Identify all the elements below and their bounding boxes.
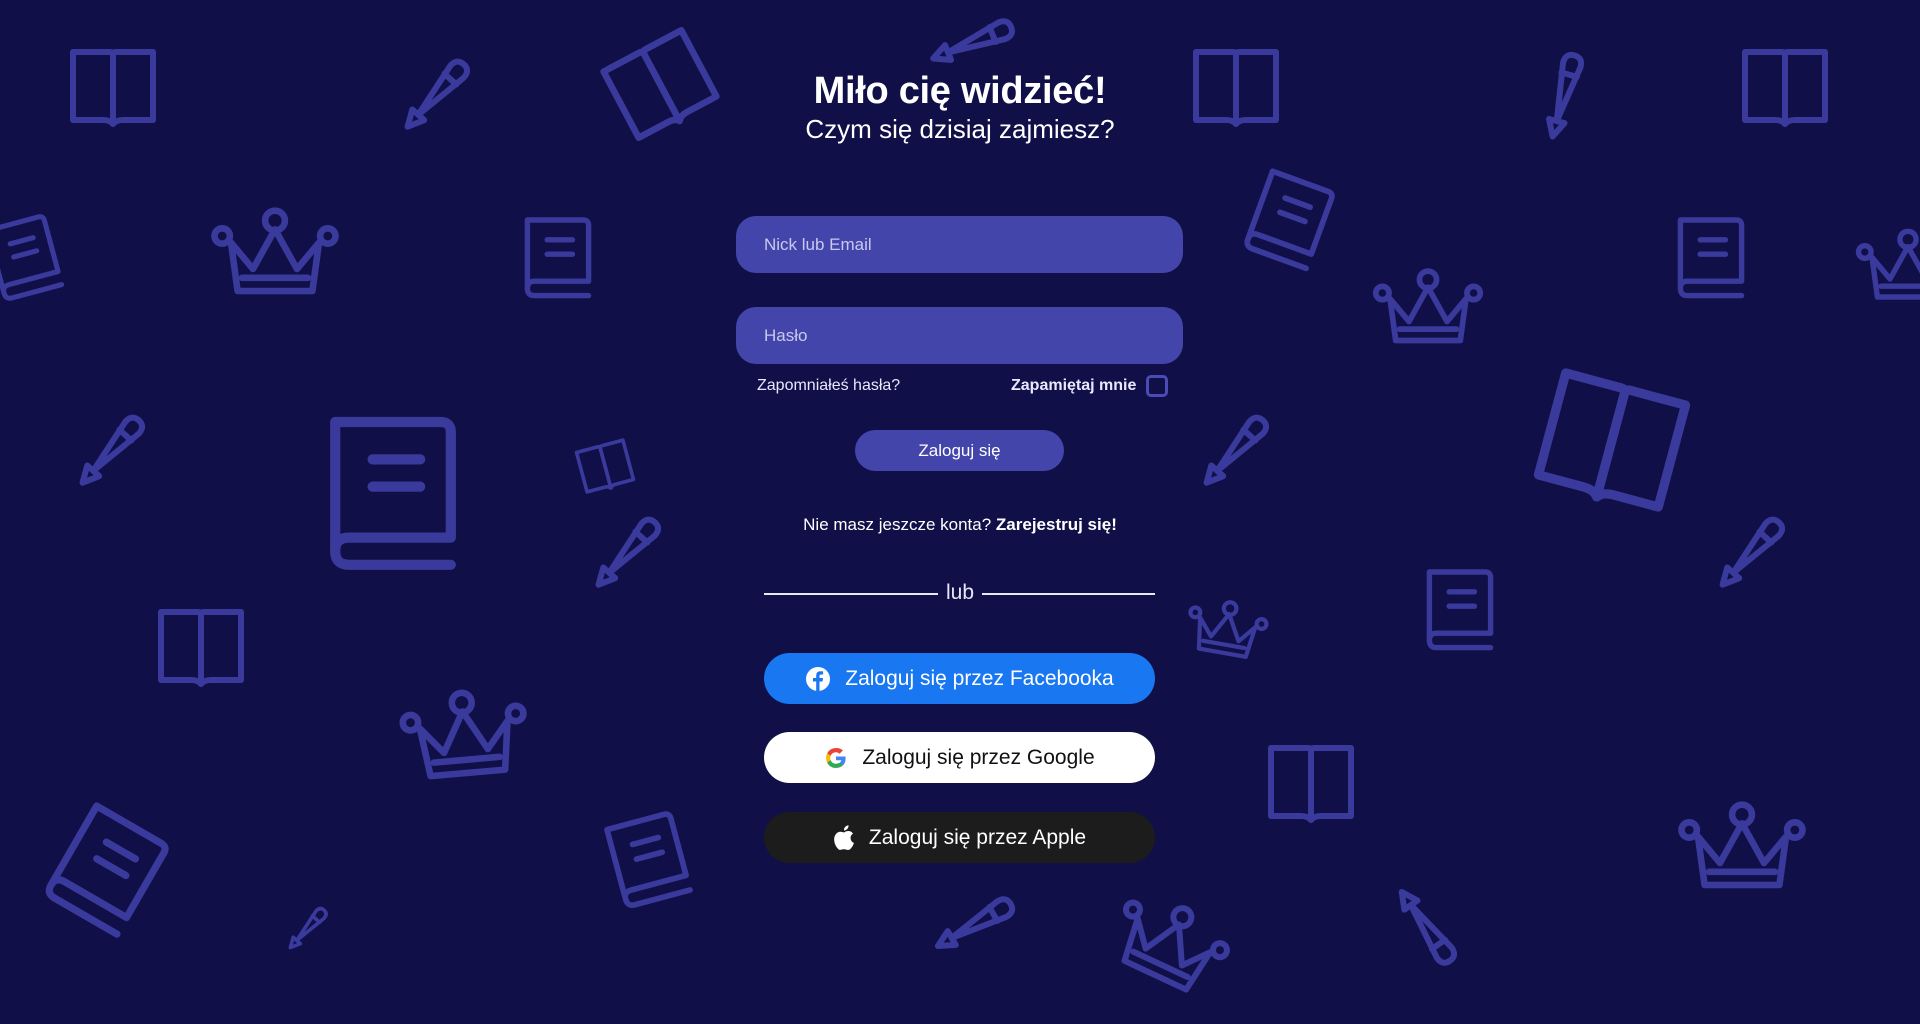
remember-me-checkbox[interactable] bbox=[1146, 375, 1168, 397]
apple-login-label: Zaloguj się przez Apple bbox=[868, 825, 1087, 849]
facebook-login-button[interactable]: Zaloguj się przez Facebooka bbox=[764, 653, 1155, 704]
register-prompt-text: Nie masz jeszcze konta? bbox=[803, 515, 992, 534]
register-link[interactable]: Zarejestruj się! bbox=[996, 515, 1117, 534]
facebook-login-label: Zaloguj się przez Facebooka bbox=[845, 666, 1114, 690]
google-login-button[interactable]: Zaloguj się przez Google bbox=[764, 732, 1155, 783]
register-prompt: Nie masz jeszcze konta? Zarejestruj się! bbox=[0, 515, 1920, 535]
divider-line-left bbox=[764, 593, 938, 595]
password-input[interactable] bbox=[736, 307, 1183, 364]
remember-me-label[interactable]: Zapamiętaj mnie bbox=[1011, 377, 1136, 395]
login-button[interactable]: Zaloguj się bbox=[855, 430, 1064, 471]
divider-line-right bbox=[982, 593, 1155, 595]
facebook-icon bbox=[805, 666, 831, 692]
page-subtitle: Czym się dzisiaj zajmiesz? bbox=[805, 114, 1115, 144]
google-icon bbox=[824, 746, 848, 770]
google-login-label: Zaloguj się przez Google bbox=[862, 745, 1095, 769]
apple-icon bbox=[833, 824, 855, 851]
page-title: Miło cię widzieć! bbox=[813, 70, 1107, 112]
apple-login-button[interactable]: Zaloguj się przez Apple bbox=[764, 812, 1155, 863]
divider-label: lub bbox=[945, 581, 975, 604]
forgot-password-link[interactable]: Zapomniałeś hasła? bbox=[757, 377, 900, 395]
login-input[interactable] bbox=[736, 216, 1183, 273]
